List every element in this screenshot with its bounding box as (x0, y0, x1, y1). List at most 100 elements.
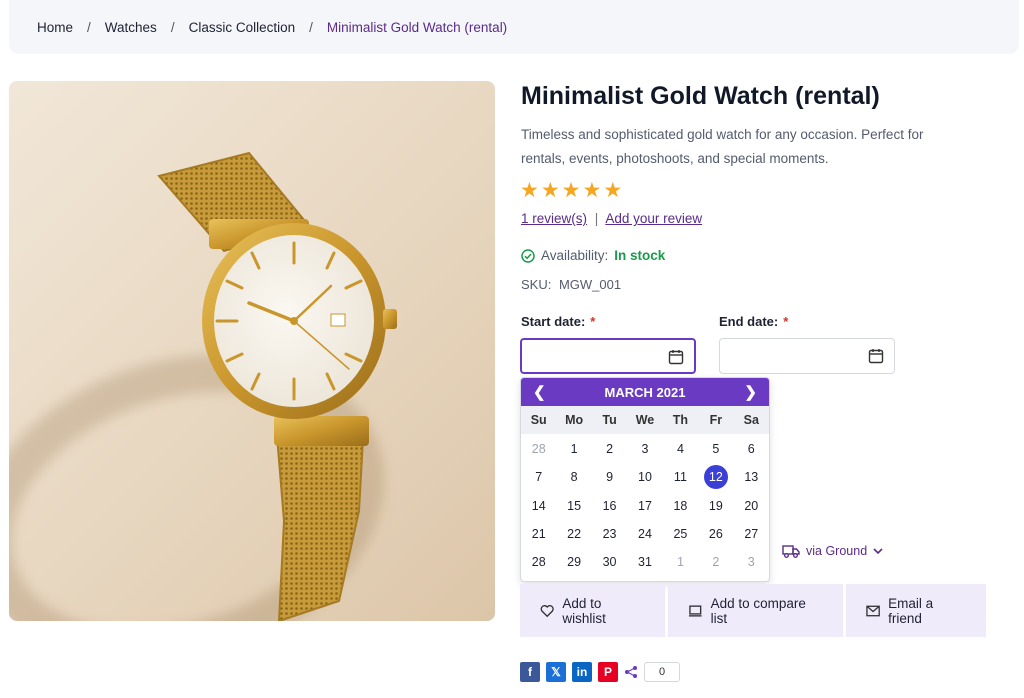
chevron-right-icon[interactable]: ❯ (744, 383, 757, 401)
reviews-count-link[interactable]: 1 review(s) (521, 211, 587, 226)
wishlist-label: Add to wishlist (562, 595, 606, 626)
calendar-day[interactable]: 24 (633, 522, 657, 546)
calendar-day[interactable]: 4 (668, 437, 692, 461)
product-image[interactable] (9, 81, 495, 621)
calendar-day[interactable]: 30 (598, 550, 622, 574)
chevron-down-icon (873, 548, 883, 555)
required-mark: * (590, 314, 596, 329)
required-mark: * (783, 314, 789, 329)
calendar-day[interactable]: 17 (633, 494, 657, 518)
calendar-day[interactable]: 1 (668, 550, 692, 574)
calendar-day[interactable]: 26 (704, 522, 728, 546)
pinterest-icon[interactable]: P (598, 662, 618, 682)
calendar-day-selected[interactable]: 12 (703, 465, 728, 490)
breadcrumb-separator: / (87, 19, 91, 35)
calendar-weekday: Tu (602, 413, 617, 427)
compare-label: Add to compare list (710, 595, 806, 626)
breadcrumb-separator: / (309, 19, 313, 35)
calendar-icon[interactable] (868, 348, 884, 364)
calendar-weekday: Sa (743, 413, 759, 427)
star-icon: ★ (540, 179, 560, 202)
calendar-month-label: MARCH 2021 (604, 384, 686, 400)
calendar-weekday: Th (672, 413, 689, 427)
envelope-icon (866, 605, 880, 616)
star-icon: ★ (520, 179, 539, 202)
breadcrumb-classic-collection[interactable]: Classic Collection (189, 20, 296, 35)
shipping-method-selector[interactable]: via Ground (782, 544, 883, 558)
share-bar: f 𝕏 in P 0 (520, 662, 680, 682)
breadcrumb-current: Minimalist Gold Watch (rental) (326, 19, 508, 35)
calendar-day[interactable]: 10 (633, 465, 657, 489)
add-review-link[interactable]: Add your review (605, 211, 702, 226)
star-icon: ★ (603, 179, 623, 202)
review-link-separator: | (594, 211, 599, 226)
calendar-day[interactable]: 8 (562, 465, 586, 489)
end-date-label-text: End date: (719, 314, 779, 329)
breadcrumb-watches[interactable]: Watches (105, 20, 157, 35)
calendar-icon[interactable] (668, 349, 684, 365)
calendar-day[interactable]: 21 (527, 522, 551, 546)
shipping-method-label: via Ground (806, 544, 868, 558)
calendar-day[interactable]: 27 (739, 522, 763, 546)
calendar-day[interactable]: 7 (527, 465, 551, 489)
calendar-day[interactable]: 3 (739, 550, 763, 574)
calendar-day[interactable]: 11 (668, 465, 692, 489)
calendar-day[interactable]: 20 (739, 494, 763, 518)
calendar-day[interactable]: 22 (562, 522, 586, 546)
availability-label: Availability: (541, 248, 609, 263)
calendar-weekday: Su (530, 413, 547, 427)
breadcrumb-home[interactable]: Home (37, 20, 73, 35)
calendar-day[interactable]: 9 (598, 465, 622, 489)
calendar-day[interactable]: 16 (598, 494, 622, 518)
breadcrumb-separator: / (170, 19, 175, 35)
calendar-day[interactable]: 13 (739, 465, 763, 489)
calendar-weekday: Mo (565, 413, 584, 427)
date-picker-popup: ❮ MARCH 2021 ❯ Su Mo Tu We Th Fr Sa 28 1 2 3 4 5 6 7 8… (520, 377, 770, 582)
calendar-days-grid: 28 1 2 3 4 5 6 7 8 9 10 11 12 13 14 15 16 17 18 19 20 21 22 23 2… (521, 434, 769, 576)
calendar-day[interactable]: 23 (598, 522, 622, 546)
share-count: 0 (644, 662, 680, 682)
x-icon[interactable]: 𝕏 (546, 662, 566, 682)
star-icon: ★ (582, 179, 602, 202)
review-links: 1 review(s) | Add your review (521, 211, 702, 226)
calendar-day[interactable]: 6 (739, 437, 763, 461)
share-icon[interactable] (624, 665, 638, 679)
calendar-day[interactable]: 15 (562, 494, 586, 518)
compare-icon (688, 604, 702, 617)
calendar-day[interactable]: 31 (633, 550, 657, 574)
availability: Availability: In stock (521, 248, 665, 263)
calendar-day[interactable]: 5 (704, 437, 728, 461)
email-a-friend-button[interactable]: Email a friend (846, 584, 986, 637)
product-actions: Add to wishlist Add to compare list Emai… (520, 584, 986, 637)
add-to-wishlist-button[interactable]: Add to wishlist (520, 584, 665, 637)
calendar-day[interactable]: 28 (527, 437, 551, 461)
sku: SKU: MGW_001 (521, 277, 621, 292)
chevron-left-icon[interactable]: ❮ (533, 383, 546, 401)
gold-wristwatch-image (157, 151, 397, 621)
calendar-day[interactable]: 19 (704, 494, 728, 518)
breadcrumb: Home / Watches / Classic Collection / Mi… (9, 0, 1019, 54)
sku-label: SKU: (521, 277, 552, 292)
calendar-day[interactable]: 18 (668, 494, 692, 518)
star-icon: ★ (561, 179, 581, 202)
linkedin-icon[interactable]: in (572, 662, 592, 682)
calendar-day[interactable]: 28 (527, 550, 551, 574)
calendar-header: ❮ MARCH 2021 ❯ (521, 378, 769, 406)
calendar-day[interactable]: 2 (704, 550, 728, 574)
calendar-day[interactable]: 2 (598, 437, 622, 461)
calendar-weekday: We (635, 413, 655, 427)
calendar-day[interactable]: 3 (633, 437, 657, 461)
calendar-day[interactable]: 29 (562, 550, 586, 574)
add-to-compare-button[interactable]: Add to compare list (668, 584, 843, 637)
end-date-input[interactable] (719, 338, 895, 374)
calendar-day[interactable]: 25 (668, 522, 692, 546)
heart-icon (540, 604, 554, 617)
product-description: Timeless and sophisticated gold watch fo… (521, 127, 924, 166)
end-date-label: End date: * (719, 314, 788, 329)
start-date-input[interactable] (520, 338, 696, 374)
start-date-label-text: Start date: (521, 314, 586, 329)
calendar-day[interactable]: 14 (527, 494, 551, 518)
facebook-icon[interactable]: f (520, 662, 540, 682)
calendar-day[interactable]: 1 (562, 437, 586, 461)
check-circle-icon (521, 248, 535, 263)
